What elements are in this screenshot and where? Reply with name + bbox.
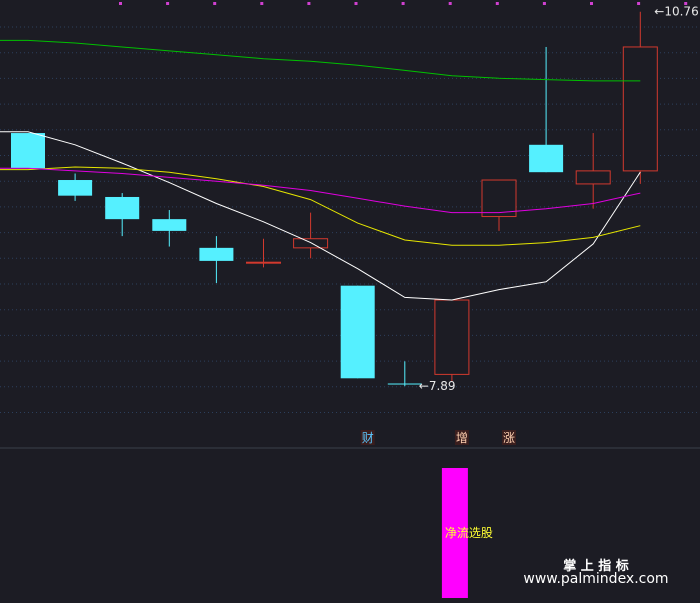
watermark-url: www.palmindex.com bbox=[523, 571, 668, 587]
candle bbox=[387, 361, 422, 387]
marker-dot bbox=[637, 2, 641, 5]
ma-line bbox=[0, 39, 641, 82]
ma-line bbox=[0, 167, 641, 214]
candlestick-series bbox=[11, 11, 658, 387]
indicator-panel: 净流选股 bbox=[441, 468, 493, 598]
candle bbox=[575, 133, 611, 209]
price-annotation: ←7.89 bbox=[419, 379, 456, 393]
candle-body bbox=[11, 133, 45, 169]
candle-body bbox=[293, 238, 329, 249]
candle bbox=[293, 212, 329, 259]
marker-dot bbox=[542, 2, 546, 5]
candle bbox=[58, 173, 93, 201]
stock-chart: ←10.76 ←7.89 财 增 涨 净流选股 掌 上 指 标 www.palmind… bbox=[0, 2, 700, 598]
candle-body bbox=[575, 170, 611, 185]
marker-dot bbox=[119, 2, 122, 5]
candle bbox=[246, 238, 281, 268]
candle bbox=[105, 193, 140, 237]
candle bbox=[152, 210, 187, 247]
signal-marker: 财 bbox=[362, 431, 374, 445]
candle-body bbox=[58, 180, 93, 196]
candle bbox=[622, 11, 658, 184]
candle bbox=[11, 133, 45, 169]
candle bbox=[481, 179, 517, 231]
marker-dot bbox=[401, 2, 405, 5]
candle-body bbox=[387, 383, 422, 385]
candle-body bbox=[434, 299, 470, 375]
candle bbox=[340, 285, 375, 379]
marker-dot bbox=[354, 2, 358, 5]
candle-body bbox=[105, 196, 140, 220]
candle-body bbox=[246, 261, 281, 264]
watermark: 掌 上 指 标 www.palmindex.com bbox=[523, 558, 668, 587]
candle-body bbox=[152, 219, 187, 231]
marker-dot bbox=[307, 2, 311, 5]
signal-markers: 财增涨 bbox=[360, 430, 516, 445]
candle bbox=[199, 236, 234, 284]
marker-dot bbox=[213, 2, 217, 5]
candle bbox=[434, 299, 470, 381]
marker-dot bbox=[448, 2, 452, 5]
candle bbox=[529, 46, 564, 173]
candle-body bbox=[529, 144, 564, 173]
signal-marker: 增 bbox=[456, 431, 468, 445]
marker-dot bbox=[495, 2, 499, 5]
ma-line bbox=[0, 166, 641, 246]
candle-body bbox=[340, 285, 375, 379]
candle-body bbox=[622, 46, 658, 172]
marker-dot bbox=[166, 2, 170, 5]
marker-dot bbox=[590, 2, 593, 5]
signal-marker: 涨 bbox=[503, 430, 515, 445]
candle-body bbox=[199, 247, 234, 261]
marker-dot bbox=[260, 2, 264, 5]
top-marker-dots bbox=[119, 2, 688, 5]
price-annotation: ←10.76 bbox=[654, 5, 698, 19]
candle-body bbox=[481, 179, 517, 218]
indicator-title: 净流选股 bbox=[445, 526, 493, 540]
